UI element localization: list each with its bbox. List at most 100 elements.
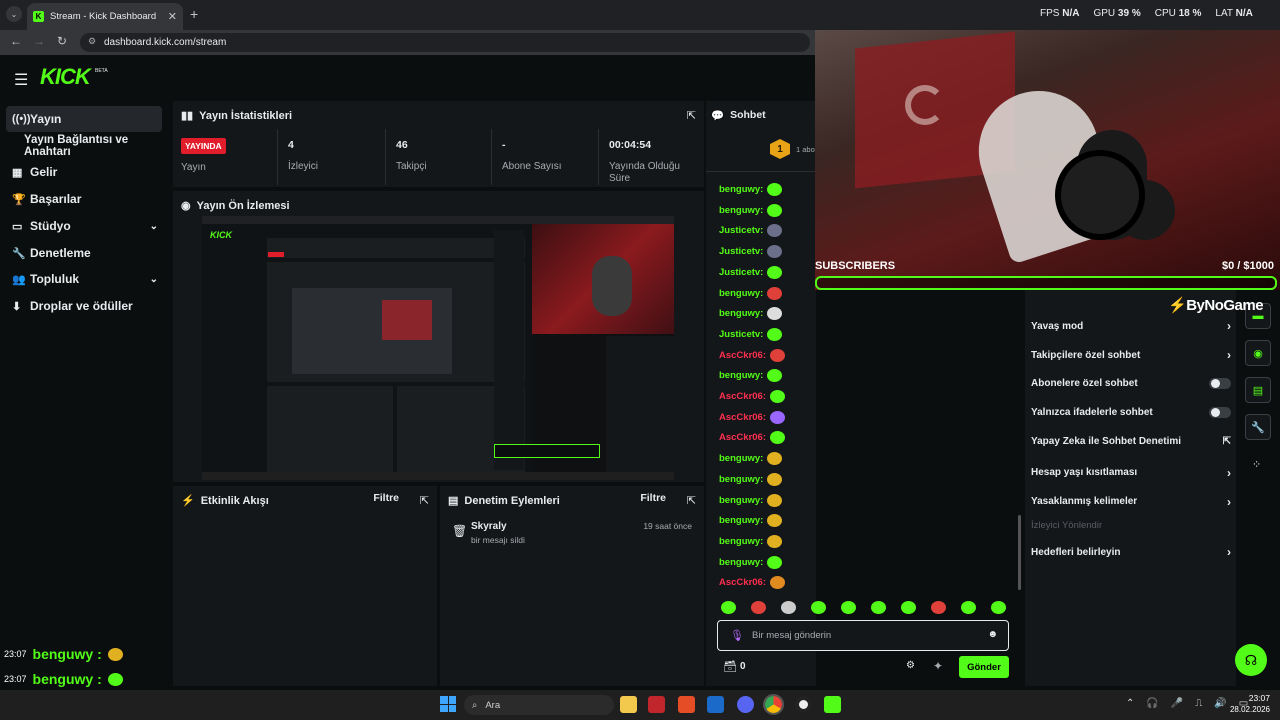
chat-username[interactable]: benguwy: (719, 515, 763, 526)
panel-title: ◉ Yayın Ön İzlemesi (181, 199, 290, 213)
emote-icon (767, 286, 783, 300)
tab-close-icon[interactable]: ✕ (168, 10, 177, 23)
chat-username[interactable]: AscCkr06: (719, 391, 766, 402)
file-explorer-icon[interactable] (620, 696, 637, 713)
browser-tab[interactable]: K Stream - Kick Dashboard ✕ (27, 3, 183, 30)
chat-scrollbar[interactable] (1018, 515, 1021, 590)
send-button[interactable]: Gönder (959, 656, 1009, 678)
chat-username[interactable]: benguwy: (719, 536, 763, 547)
sidebar-item-gelir[interactable]: ▦ Gelir (6, 159, 162, 185)
chat-username[interactable]: benguwy: (719, 370, 763, 381)
kick-favicon-icon: K (33, 11, 44, 22)
clock[interactable]: 23:07 28.02.2026 (1230, 693, 1270, 714)
menu-icon[interactable]: ☰ (14, 70, 28, 90)
chat-username[interactable]: benguwy: (719, 453, 763, 464)
chat-setting-item[interactable]: Takipçilere özel sohbet › (1031, 348, 1231, 362)
forward-icon[interactable]: → (33, 34, 45, 48)
preview-video[interactable]: KICK (202, 216, 674, 480)
kick-logo[interactable]: KICK (40, 64, 91, 90)
chat-username[interactable]: benguwy: (719, 288, 763, 299)
settings-icon[interactable]: ⚙ (906, 660, 915, 671)
quick-emote-icon[interactable] (751, 601, 766, 614)
store-icon[interactable] (678, 696, 695, 713)
quick-emote-icon[interactable] (961, 601, 976, 614)
chat-setting-item[interactable]: Yalnızca ifadelerle sohbet (1031, 406, 1231, 418)
quick-emote-icon[interactable] (871, 601, 886, 614)
discord-icon[interactable] (737, 696, 754, 713)
chat-username[interactable]: benguwy: (719, 308, 763, 319)
chat-setting-item[interactable]: Yasaklanmış kelimeler › (1031, 495, 1231, 509)
tab-search-icon[interactable]: ⌄ (6, 6, 22, 22)
toggle-switch[interactable] (1209, 406, 1231, 418)
support-icon[interactable]: ☊ (1235, 644, 1267, 676)
popout-icon[interactable]: ⇱ (687, 494, 696, 507)
chat-username[interactable]: benguwy: (719, 495, 763, 506)
filter-button[interactable]: Filtre (640, 492, 666, 504)
chat-message: benguwy: (719, 493, 783, 507)
url-input[interactable]: ⚙ dashboard.kick.com/stream (80, 33, 810, 52)
sidebar-item-basarilar[interactable]: 🏆 Başarılar (6, 186, 162, 212)
windows-start-icon[interactable] (440, 696, 456, 712)
quick-emote-icon[interactable] (991, 601, 1006, 614)
chat-username[interactable]: AscCkr06: (719, 432, 766, 443)
app-icon[interactable] (648, 696, 665, 713)
filter-button[interactable]: Filtre (373, 492, 399, 504)
steam-icon[interactable] (707, 696, 724, 713)
sidebar-item-yayin[interactable]: ((•)) Yayın (6, 106, 162, 132)
chat-input[interactable]: 🎙 Bir mesaj gönderin ☻ (717, 620, 1009, 651)
quick-emote-icon[interactable] (781, 601, 796, 614)
back-icon[interactable]: ← (10, 34, 22, 48)
chat-setting-item[interactable]: Yapay Zeka ile Sohbet Denetimi ⇱ (1031, 436, 1231, 447)
chat-setting-item[interactable]: Hesap yaşı kısıtlaması › (1031, 466, 1231, 480)
gift-icon[interactable]: ✦ (933, 659, 943, 673)
kick-app-icon[interactable] (824, 696, 841, 713)
chat-username[interactable]: Justicetv: (719, 329, 763, 340)
new-tab-button[interactable]: + (190, 6, 198, 22)
site-info-icon[interactable]: ⚙ (88, 36, 96, 47)
chat-username[interactable]: AscCkr06: (719, 577, 766, 588)
toggle-switch[interactable] (1209, 377, 1231, 389)
chat-bubble-icon: 💬 (711, 110, 725, 122)
chat-username[interactable]: Justicetv: (719, 225, 763, 236)
microphone-icon[interactable]: 🎙 (730, 629, 744, 642)
chat-username[interactable]: AscCkr06: (719, 412, 766, 423)
sidebar-item-droplar[interactable]: ⬇ Droplar ve ödüller (6, 293, 162, 319)
chat-setting-item[interactable]: Abonelere özel sohbet (1031, 377, 1231, 389)
chat-message: benguwy: (719, 452, 783, 466)
obs-icon[interactable] (795, 696, 812, 713)
emoji-icon[interactable]: ☻ (987, 629, 998, 640)
layout-icon[interactable]: ▤ (1245, 377, 1271, 403)
chat-message: benguwy: (719, 534, 783, 548)
taskbar-search[interactable]: ⌕ Ara (464, 695, 614, 715)
sidebar-item-stream-key[interactable]: Yayın Bağlantısı ve Anahtarı (6, 133, 172, 159)
chat-username[interactable]: benguwy: (719, 184, 763, 195)
chrome-icon[interactable] (763, 694, 784, 715)
sidebar-item-studyo[interactable]: ▭ Stüdyo ⌄ (6, 213, 162, 239)
chat-username[interactable]: AscCkr06: (719, 350, 766, 361)
chat-setting-item[interactable]: Yavaş mod › (1031, 319, 1231, 333)
chat-username[interactable]: benguwy: (719, 205, 763, 216)
quick-emote-icon[interactable] (901, 601, 916, 614)
search-placeholder: Ara (485, 699, 501, 711)
sidebar-item-denetleme[interactable]: 🔧 Denetleme (6, 240, 162, 266)
chat-username[interactable]: Justicetv: (719, 267, 763, 278)
wrench-icon[interactable]: 🔧 (1245, 414, 1271, 440)
broadcast-icon[interactable]: ◉ (1245, 340, 1271, 366)
chat-username[interactable]: benguwy: (719, 557, 763, 568)
popout-icon[interactable]: ⇱ (687, 109, 696, 122)
quick-emote-icon[interactable] (841, 601, 856, 614)
broadcast-icon: ((•)) (12, 113, 31, 125)
setting-label: Yavaş mod (1031, 320, 1084, 332)
sidebar-item-topluluk[interactable]: 👥 Topluluk ⌄ (6, 266, 162, 292)
more-icon[interactable]: ⁘ (1252, 458, 1261, 471)
quick-emote-icon[interactable] (811, 601, 826, 614)
mod-entry-time: 19 saat önce (643, 521, 692, 531)
set-goals-item[interactable]: Hedefleri belirleyin › (1031, 545, 1231, 559)
chest-icon[interactable]: 🗃 (723, 660, 737, 673)
quick-emote-icon[interactable] (721, 601, 736, 614)
chat-username[interactable]: Justicetv: (719, 246, 763, 257)
reload-icon[interactable]: ↻ (57, 34, 67, 48)
quick-emote-icon[interactable] (931, 601, 946, 614)
chat-username[interactable]: benguwy: (719, 474, 763, 485)
popout-icon[interactable]: ⇱ (420, 494, 429, 507)
